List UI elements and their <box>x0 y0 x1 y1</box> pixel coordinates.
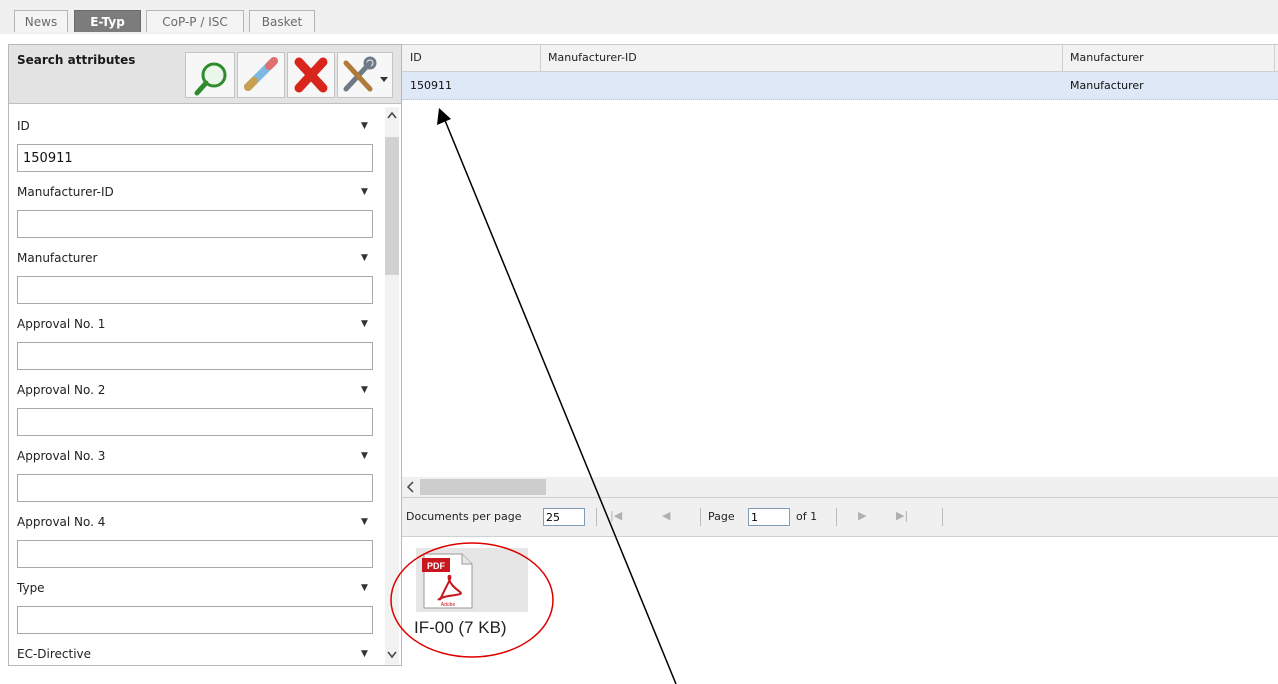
tools-menu-icon <box>343 56 388 92</box>
chevron-down-icon[interactable]: ▼ <box>361 451 368 461</box>
field-label-id: ID <box>17 119 30 133</box>
column-header-manufacturer-id[interactable]: Manufacturer-ID <box>548 45 637 71</box>
tab-e-typ[interactable]: E-Typ <box>74 10 141 32</box>
field-label-approval-2: Approval No. 2 <box>17 383 106 397</box>
field-label-ec-directive: EC-Directive <box>17 647 92 661</box>
pager-separator <box>942 508 943 526</box>
docs-per-page-label: Documents per page <box>406 510 522 523</box>
field-label-approval-1: Approval No. 1 <box>17 317 106 331</box>
column-separator[interactable] <box>1274 45 1275 71</box>
scroll-down-icon[interactable] <box>385 649 399 661</box>
manufacturer-id-input[interactable] <box>17 210 373 238</box>
column-header-manufacturer[interactable]: Manufacturer <box>1070 45 1144 71</box>
pdf-icon: PDF Adobe <box>422 553 473 609</box>
column-separator[interactable] <box>1062 45 1063 71</box>
tab-news[interactable]: News <box>14 10 68 32</box>
edit-button[interactable] <box>237 52 285 98</box>
page-label: Page <box>708 510 735 523</box>
column-separator[interactable] <box>540 45 541 71</box>
tools-menu-button[interactable] <box>337 52 393 98</box>
chevron-down-icon[interactable]: ▼ <box>361 253 368 263</box>
approval-2-input[interactable] <box>17 408 373 436</box>
field-label-approval-4: Approval No. 4 <box>17 515 106 529</box>
results-grid: ID Manufacturer-ID Manufacturer 150911 M… <box>402 44 1278 537</box>
scroll-left-icon[interactable] <box>404 477 418 497</box>
approval-3-input[interactable] <box>17 474 373 502</box>
document-thumbnail[interactable]: PDF Adobe <box>416 548 528 612</box>
field-label-type: Type <box>17 581 45 595</box>
search-panel-title: Search attributes <box>17 53 136 67</box>
search-attributes-panel: Search attributes ID ▼ 150911 Manufactur… <box>8 44 402 666</box>
page-count-label: of 1 <box>796 510 818 523</box>
manufacturer-input[interactable] <box>17 276 373 304</box>
search-button[interactable] <box>185 52 235 98</box>
scrollbar-thumb[interactable] <box>420 479 546 495</box>
svg-text:PDF: PDF <box>427 561 446 571</box>
scrollbar-thumb[interactable] <box>385 137 399 275</box>
search-icon <box>194 62 227 96</box>
docs-per-page-input[interactable] <box>543 508 585 526</box>
chevron-down-icon[interactable]: ▼ <box>361 385 368 395</box>
tab-cop-p-isc[interactable]: CoP-P / ISC <box>146 10 244 32</box>
field-label-manufacturer-id: Manufacturer-ID <box>17 185 114 199</box>
chevron-down-icon[interactable]: ▼ <box>361 583 368 593</box>
pager-separator <box>700 508 701 526</box>
pagination-bar: Documents per page |◀ ◀ Page of 1 ▶ ▶| <box>402 497 1278 537</box>
scroll-up-icon[interactable] <box>385 109 399 121</box>
last-page-icon[interactable]: ▶| <box>896 509 908 522</box>
id-input[interactable] <box>17 144 373 172</box>
first-page-icon[interactable]: |◀ <box>610 509 622 522</box>
approval-4-input[interactable] <box>17 540 373 568</box>
field-label-manufacturer: Manufacturer <box>17 251 98 265</box>
cell-id: 150911 <box>410 79 452 92</box>
table-row[interactable]: 150911 Manufacturer <box>402 72 1278 100</box>
chevron-down-icon[interactable]: ▼ <box>361 121 368 131</box>
edit-pencil-icon <box>244 57 278 91</box>
tab-basket[interactable]: Basket <box>249 10 315 32</box>
document-label[interactable]: IF-00 (7 KB) <box>414 618 507 638</box>
chevron-down-icon[interactable]: ▼ <box>361 517 368 527</box>
pager-separator <box>596 508 597 526</box>
chevron-down-icon[interactable]: ▼ <box>361 187 368 197</box>
field-label-approval-3: Approval No. 3 <box>17 449 106 463</box>
delete-x-icon <box>294 57 328 93</box>
chevron-down-icon[interactable]: ▼ <box>361 649 368 659</box>
tab-bar: News E-Typ CoP-P / ISC Basket <box>0 0 1278 34</box>
grid-horizontal-scrollbar[interactable] <box>402 477 1278 497</box>
previous-page-icon[interactable]: ◀ <box>662 509 670 522</box>
next-page-icon[interactable]: ▶ <box>858 509 866 522</box>
search-panel-header: Search attributes <box>9 45 401 104</box>
type-input[interactable] <box>17 606 373 634</box>
approval-1-input[interactable] <box>17 342 373 370</box>
pager-separator <box>836 508 837 526</box>
page-number-input[interactable] <box>748 508 790 526</box>
svg-text:Adobe: Adobe <box>441 602 456 608</box>
chevron-down-icon[interactable]: ▼ <box>361 319 368 329</box>
grid-header: ID Manufacturer-ID Manufacturer <box>402 45 1278 72</box>
column-header-id[interactable]: ID <box>410 45 422 71</box>
delete-button[interactable] <box>287 52 335 98</box>
cell-manufacturer: Manufacturer <box>1070 79 1144 92</box>
search-panel-scrollbar[interactable] <box>385 107 399 665</box>
